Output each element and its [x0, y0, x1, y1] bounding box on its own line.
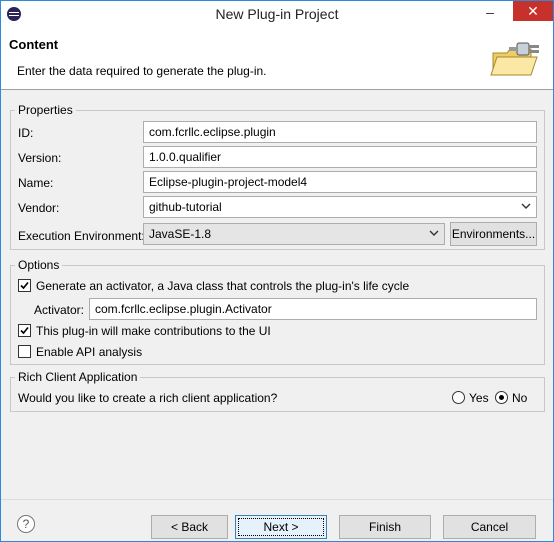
vendor-combo[interactable]: github-tutorial — [143, 196, 537, 218]
name-field[interactable]: Eclipse-plugin-project-model4 — [143, 171, 537, 193]
id-field[interactable]: com.fcrllc.eclipse.plugin — [143, 121, 537, 143]
new-plugin-project-dialog: New Plug-in Project – ✕ Content Enter th… — [0, 0, 554, 542]
minimize-button[interactable]: – — [477, 3, 503, 23]
vendor-label: Vendor: — [18, 201, 60, 215]
rca-yes-label[interactable]: Yes — [469, 391, 489, 405]
generate-activator-label[interactable]: Generate an activator, a Java class that… — [36, 279, 409, 293]
options-legend: Options — [15, 258, 63, 272]
next-button[interactable]: Next > — [235, 515, 327, 539]
close-button[interactable]: ✕ — [513, 1, 553, 21]
version-label: Version: — [18, 151, 62, 165]
environment-combo[interactable]: JavaSE-1.8 — [143, 223, 445, 245]
page-title: Content — [9, 37, 59, 52]
version-field[interactable]: 1.0.0.qualifier — [143, 146, 537, 168]
rca-yes-radio[interactable] — [452, 391, 465, 404]
back-button[interactable]: < Back — [151, 515, 228, 539]
wizard-header: Content Enter the data required to gener… — [1, 27, 553, 90]
activator-label: Activator: — [34, 303, 85, 317]
title-bar: New Plug-in Project – ✕ — [1, 1, 553, 27]
generate-activator-checkbox[interactable] — [18, 279, 31, 292]
chevron-down-icon[interactable] — [428, 228, 440, 238]
window-title: New Plug-in Project — [215, 6, 339, 22]
cancel-button[interactable]: Cancel — [443, 515, 536, 539]
radio-selected-dot — [499, 395, 504, 400]
help-icon[interactable]: ? — [17, 515, 35, 533]
vendor-value: github-tutorial — [149, 200, 222, 214]
properties-legend: Properties — [15, 103, 76, 117]
id-label: ID: — [18, 126, 34, 140]
environment-value: JavaSE-1.8 — [149, 227, 212, 241]
button-bar-separator — [1, 499, 553, 500]
rca-question: Would you like to create a rich client a… — [18, 391, 278, 405]
chevron-down-icon[interactable] — [520, 201, 532, 211]
ui-contributions-label[interactable]: This plug-in will make contributions to … — [36, 324, 271, 338]
environments-button[interactable]: Environments... — [450, 222, 537, 246]
activator-field[interactable]: com.fcrllc.eclipse.plugin.Activator — [89, 298, 537, 320]
folder-plugin-icon — [490, 42, 539, 76]
rca-no-radio[interactable] — [495, 391, 508, 404]
page-description: Enter the data required to generate the … — [17, 64, 267, 78]
api-analysis-checkbox[interactable] — [18, 345, 31, 358]
api-analysis-label[interactable]: Enable API analysis — [36, 345, 142, 359]
rca-legend: Rich Client Application — [15, 370, 141, 384]
finish-button[interactable]: Finish — [339, 515, 431, 539]
rca-no-label[interactable]: No — [512, 391, 527, 405]
env-label: Execution Environment: — [18, 229, 145, 243]
ui-contributions-checkbox[interactable] — [18, 324, 31, 337]
name-label: Name: — [18, 176, 54, 190]
